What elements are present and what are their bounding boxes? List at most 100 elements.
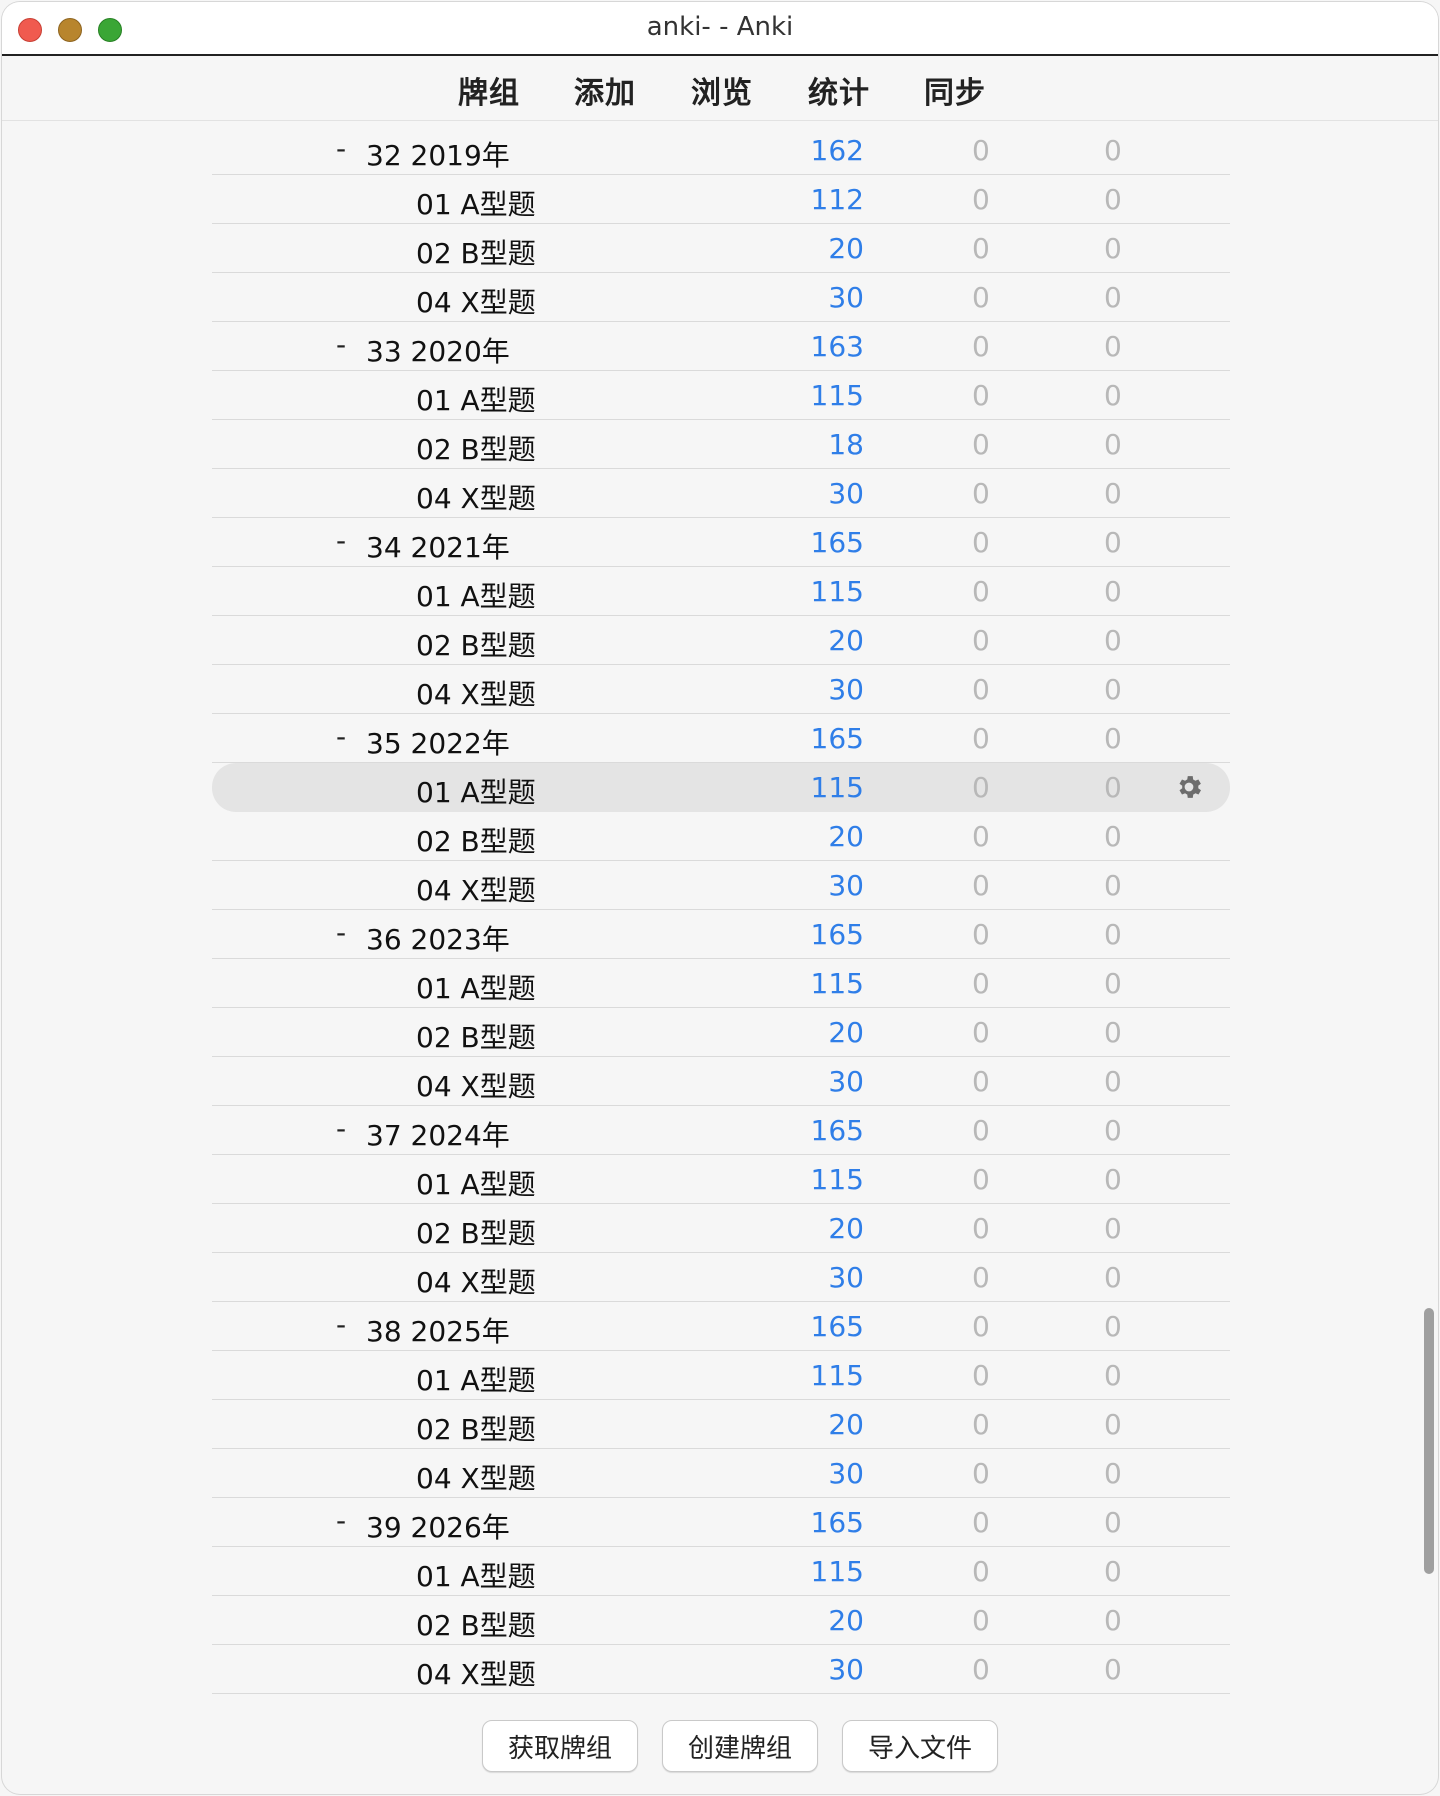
deck-name[interactable]: 02 B型题 [416, 1604, 536, 1644]
deck-row[interactable]: 02 B型题 20 0 0 [212, 224, 1230, 273]
deck-name[interactable]: 02 B型题 [416, 1212, 536, 1252]
new-count: 163 [810, 330, 864, 363]
collapse-toggle[interactable]: - [336, 1308, 346, 1341]
anki-window: anki- - Anki 牌组 添加 浏览 统计 同步 -32 2019年 162… [2, 2, 1438, 1794]
deck-row[interactable]: 01 A型题 115 0 0 [212, 763, 1230, 812]
collapse-toggle[interactable]: - [336, 1112, 346, 1145]
new-count: 30 [828, 869, 864, 902]
import-file-button[interactable]: 导入文件 [842, 1720, 998, 1772]
deck-row-parent[interactable]: -32 2019年 162 0 0 [212, 126, 1230, 175]
review-count: 0 [1104, 1555, 1122, 1588]
learn-count: 0 [972, 1163, 990, 1196]
deck-name[interactable]: 04 X型题 [416, 1261, 536, 1301]
deck-row[interactable]: 02 B型题 20 0 0 [212, 1596, 1230, 1645]
deck-row[interactable]: 04 X型题 30 0 0 [212, 469, 1230, 518]
new-count: 30 [828, 281, 864, 314]
deck-row-parent[interactable]: -36 2023年 165 0 0 [212, 910, 1230, 959]
deck-name[interactable]: 01 A型题 [416, 379, 536, 419]
deck-row[interactable]: 02 B型题 18 0 0 [212, 420, 1230, 469]
deck-row[interactable]: 04 X型题 30 0 0 [212, 1057, 1230, 1106]
deck-name[interactable]: 38 2025年 [366, 1310, 510, 1350]
learn-count: 0 [972, 1408, 990, 1441]
nav-sync[interactable]: 同步 [924, 68, 986, 112]
collapse-toggle[interactable]: - [336, 1504, 346, 1537]
deck-name[interactable]: 01 A型题 [416, 575, 536, 615]
review-count: 0 [1104, 820, 1122, 853]
deck-row[interactable]: 01 A型题 115 0 0 [212, 1351, 1230, 1400]
deck-row[interactable]: 02 B型题 20 0 0 [212, 812, 1230, 861]
deck-name[interactable]: 35 2022年 [366, 722, 510, 762]
deck-row-parent[interactable]: -33 2020年 163 0 0 [212, 322, 1230, 371]
deck-name[interactable]: 02 B型题 [416, 428, 536, 468]
deck-row[interactable]: 01 A型题 115 0 0 [212, 567, 1230, 616]
deck-row[interactable]: 04 X型题 30 0 0 [212, 1253, 1230, 1302]
collapse-toggle[interactable]: - [336, 916, 346, 949]
deck-name[interactable]: 04 X型题 [416, 1065, 536, 1105]
deck-name[interactable]: 02 B型题 [416, 1408, 536, 1448]
create-deck-button[interactable]: 创建牌组 [662, 1720, 818, 1772]
deck-row-parent[interactable]: -39 2026年 165 0 0 [212, 1498, 1230, 1547]
gear-icon[interactable] [1174, 772, 1204, 802]
deck-row[interactable]: 02 B型题 20 0 0 [212, 1204, 1230, 1253]
get-shared-button[interactable]: 获取牌组 [482, 1720, 638, 1772]
learn-count: 0 [972, 1212, 990, 1245]
deck-name[interactable]: 04 X型题 [416, 1653, 536, 1693]
deck-name[interactable]: 04 X型题 [416, 281, 536, 321]
deck-name[interactable]: 01 A型题 [416, 1359, 536, 1399]
main-toolbar: 牌组 添加 浏览 统计 同步 [2, 56, 1438, 121]
deck-row-parent[interactable]: -35 2022年 165 0 0 [212, 714, 1230, 763]
review-count: 0 [1104, 1016, 1122, 1049]
deck-row[interactable]: 01 A型题 115 0 0 [212, 1155, 1230, 1204]
vertical-scrollbar[interactable] [1424, 1308, 1434, 1574]
collapse-toggle[interactable]: - [336, 524, 346, 557]
deck-name[interactable]: 01 A型题 [416, 183, 536, 223]
review-count: 0 [1104, 967, 1122, 1000]
deck-name[interactable]: 04 X型题 [416, 477, 536, 517]
deck-row[interactable]: 02 B型题 20 0 0 [212, 616, 1230, 665]
deck-row[interactable]: 04 X型题 30 0 0 [212, 861, 1230, 910]
deck-row[interactable]: 01 A型题 115 0 0 [212, 959, 1230, 1008]
deck-name[interactable]: 39 2026年 [366, 1506, 510, 1546]
collapse-toggle[interactable]: - [336, 132, 346, 165]
deck-row[interactable]: 01 A型题 112 0 0 [212, 175, 1230, 224]
new-count: 115 [810, 379, 864, 412]
deck-name[interactable]: 02 B型题 [416, 624, 536, 664]
deck-name[interactable]: 01 A型题 [416, 1555, 536, 1595]
deck-name[interactable]: 34 2021年 [366, 526, 510, 566]
collapse-toggle[interactable]: - [336, 720, 346, 753]
review-count: 0 [1104, 1310, 1122, 1343]
nav-decks[interactable]: 牌组 [458, 68, 520, 112]
deck-row[interactable]: 01 A型题 115 0 0 [212, 1547, 1230, 1596]
deck-name[interactable]: 04 X型题 [416, 673, 536, 713]
nav-stats[interactable]: 统计 [808, 68, 870, 112]
deck-name[interactable]: 01 A型题 [416, 771, 536, 811]
deck-row[interactable]: 04 X型题 30 0 0 [212, 1645, 1230, 1694]
deck-name[interactable]: 32 2019年 [366, 134, 510, 174]
nav-add[interactable]: 添加 [574, 68, 636, 112]
deck-row[interactable]: 04 X型题 30 0 0 [212, 665, 1230, 714]
deck-row-parent[interactable]: -34 2021年 165 0 0 [212, 518, 1230, 567]
collapse-toggle[interactable]: - [336, 328, 346, 361]
nav-browse[interactable]: 浏览 [691, 68, 753, 112]
deck-name[interactable]: 01 A型题 [416, 1163, 536, 1203]
deck-name[interactable]: 02 B型题 [416, 1016, 536, 1056]
deck-name[interactable]: 04 X型题 [416, 1457, 536, 1497]
deck-row[interactable]: 04 X型题 30 0 0 [212, 1449, 1230, 1498]
deck-name[interactable]: 02 B型题 [416, 232, 536, 272]
deck-row-parent[interactable]: -38 2025年 165 0 0 [212, 1302, 1230, 1351]
deck-name[interactable]: 02 B型题 [416, 820, 536, 860]
deck-row-parent[interactable]: -37 2024年 165 0 0 [212, 1106, 1230, 1155]
deck-name[interactable]: 37 2024年 [366, 1114, 510, 1154]
deck-name[interactable]: 01 A型题 [416, 967, 536, 1007]
deck-name[interactable]: 33 2020年 [366, 330, 510, 370]
deck-name[interactable]: 04 X型题 [416, 869, 536, 909]
review-count: 0 [1104, 673, 1122, 706]
new-count: 115 [810, 967, 864, 1000]
deck-row[interactable]: 02 B型题 20 0 0 [212, 1400, 1230, 1449]
deck-row[interactable]: 02 B型题 20 0 0 [212, 1008, 1230, 1057]
review-count: 0 [1104, 232, 1122, 265]
deck-row[interactable]: 04 X型题 30 0 0 [212, 273, 1230, 322]
deck-row[interactable]: 01 A型题 115 0 0 [212, 371, 1230, 420]
new-count: 162 [810, 134, 864, 167]
deck-name[interactable]: 36 2023年 [366, 918, 510, 958]
